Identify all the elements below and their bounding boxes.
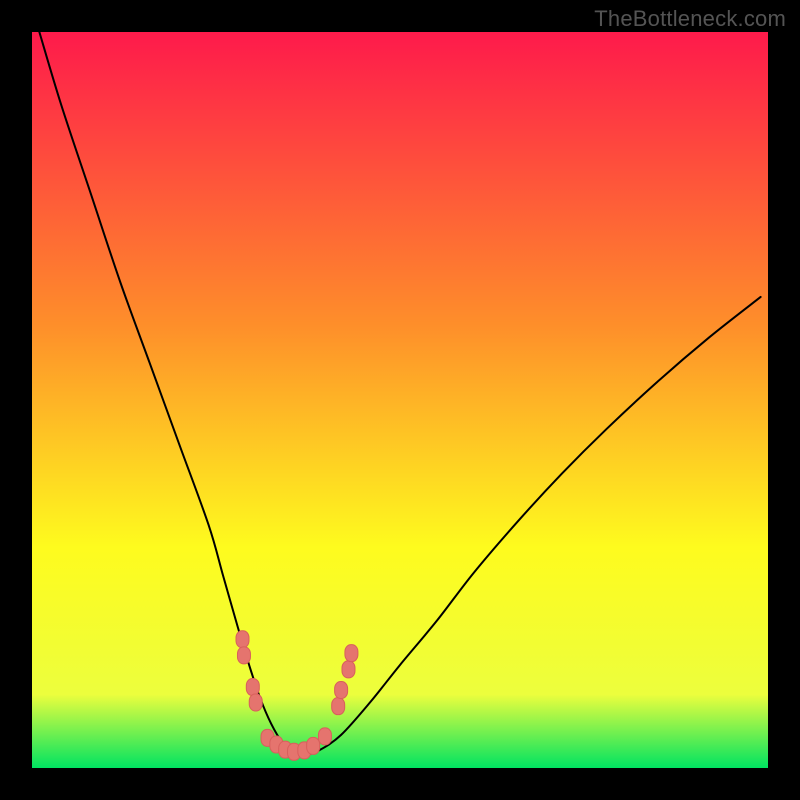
data-marker (335, 681, 348, 698)
data-marker (318, 728, 331, 745)
data-marker (332, 698, 345, 715)
data-marker (249, 694, 262, 711)
data-marker (307, 737, 320, 754)
data-marker (237, 647, 250, 664)
data-marker (246, 679, 259, 696)
gradient-bg (32, 32, 768, 768)
data-marker (342, 661, 355, 678)
chart-frame: TheBottleneck.com (0, 0, 800, 800)
plot-area (32, 32, 768, 768)
chart-svg (32, 32, 768, 768)
watermark-text: TheBottleneck.com (594, 6, 786, 32)
data-marker (345, 645, 358, 662)
data-marker (236, 631, 249, 648)
